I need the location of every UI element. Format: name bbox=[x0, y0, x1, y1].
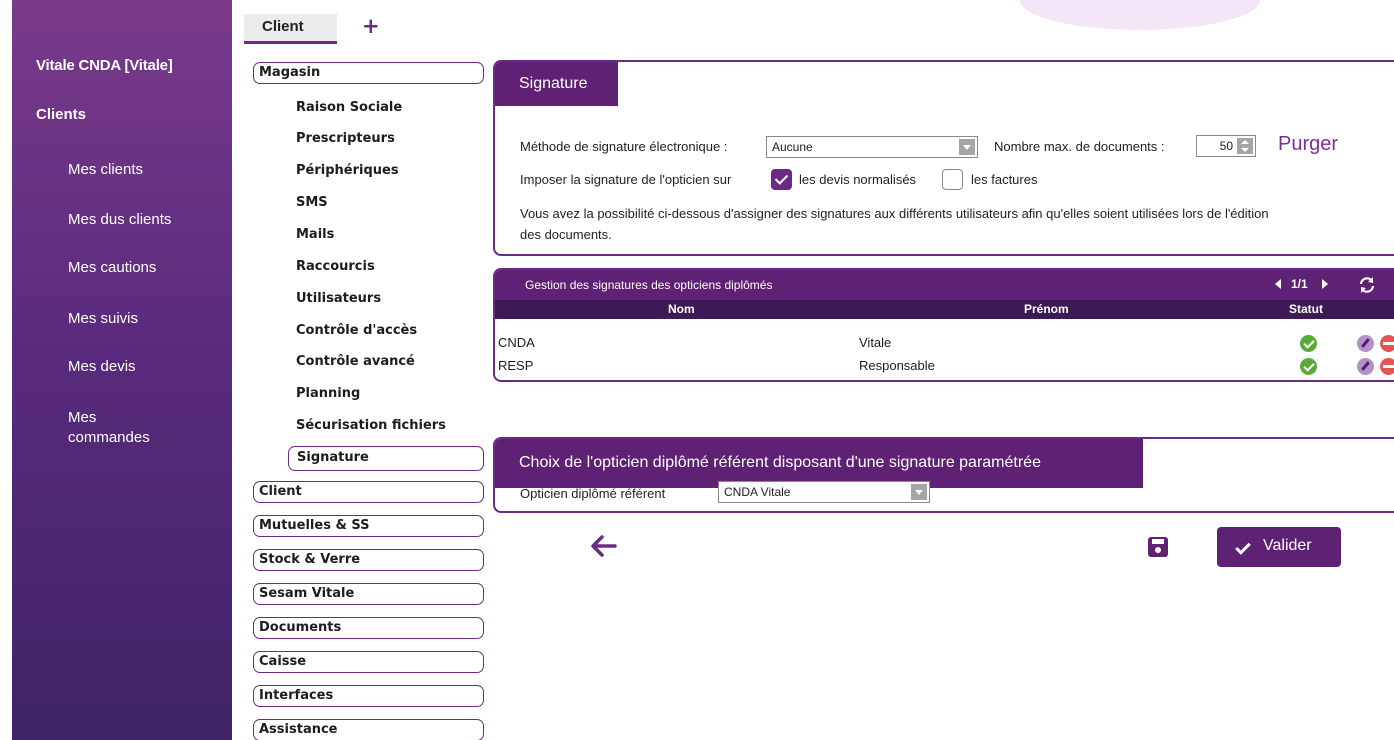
back-arrow-icon[interactable] bbox=[590, 534, 618, 558]
signature-panel bbox=[493, 60, 1394, 256]
sidebar-item-mes-suivis[interactable]: Mes suivis bbox=[68, 309, 218, 329]
factures-label: les factures bbox=[971, 172, 1038, 187]
stepper-icon[interactable] bbox=[1237, 138, 1253, 154]
grid-title: Gestion des signatures des opticiens dip… bbox=[525, 278, 773, 292]
grid-header-row: Nom Prénom Statut bbox=[495, 300, 1394, 319]
row-nom: CNDA bbox=[498, 335, 535, 350]
purger-link[interactable]: Purger bbox=[1278, 133, 1338, 156]
sidebar-item-mes-dus-clients[interactable]: Mes dus clients bbox=[68, 210, 218, 230]
menu-item-controle-acces[interactable]: Contrôle d'accès bbox=[296, 323, 417, 338]
menu-item-controle-avance[interactable]: Contrôle avancé bbox=[296, 354, 415, 369]
sidebar-item-mes-clients[interactable]: Mes clients bbox=[68, 160, 218, 180]
header-decoration bbox=[1020, 0, 1260, 30]
max-docs-value: 50 bbox=[1219, 139, 1233, 153]
menu-group-documents[interactable]: Documents bbox=[253, 617, 484, 639]
valider-button[interactable]: Valider bbox=[1217, 527, 1341, 567]
edit-icon[interactable] bbox=[1357, 358, 1374, 375]
next-page-icon[interactable] bbox=[1322, 279, 1328, 289]
info-text-line-2: des documents. bbox=[520, 227, 612, 242]
method-label: Méthode de signature électronique : bbox=[520, 139, 728, 154]
row-prenom: Vitale bbox=[859, 335, 892, 350]
menu-item-prescripteurs[interactable]: Prescripteurs bbox=[296, 131, 395, 146]
row-prenom: Responsable bbox=[859, 358, 935, 373]
referent-select[interactable]: CNDA Vitale bbox=[718, 481, 930, 503]
sidebar-item-mes-devis[interactable]: Mes devis bbox=[68, 357, 218, 377]
devis-checkbox[interactable] bbox=[771, 169, 792, 190]
menu-group-interfaces[interactable]: Interfaces bbox=[253, 685, 484, 707]
max-docs-stepper[interactable]: 50 bbox=[1196, 135, 1256, 157]
info-text-line-1: Vous avez la possibilité ci-dessous d'as… bbox=[520, 206, 1269, 221]
pager-text: 1/1 bbox=[1291, 277, 1308, 291]
status-ok-icon bbox=[1300, 335, 1317, 352]
column-header-statut[interactable]: Statut bbox=[1289, 302, 1323, 316]
sidebar: Vitale CNDA [Vitale] Clients Mes clients… bbox=[12, 0, 232, 740]
tab-client[interactable]: Client bbox=[244, 14, 337, 44]
edit-icon[interactable] bbox=[1357, 335, 1374, 352]
devis-label: les devis normalisés bbox=[799, 172, 917, 187]
factures-checkbox[interactable] bbox=[942, 169, 963, 190]
referent-select-value: CNDA Vitale bbox=[724, 485, 791, 499]
save-icon[interactable] bbox=[1147, 536, 1169, 558]
menu-group-magasin[interactable]: Magasin bbox=[253, 62, 484, 84]
delete-icon[interactable] bbox=[1380, 335, 1394, 352]
refresh-icon[interactable] bbox=[1358, 276, 1376, 294]
menu-group-stock-verre[interactable]: Stock & Verre bbox=[253, 549, 484, 571]
menu-group-sesam-vitale[interactable]: Sesam Vitale bbox=[253, 583, 484, 605]
sidebar-item-mes-commandes[interactable]: Mes commandes bbox=[68, 408, 218, 448]
sidebar-section-clients[interactable]: Clients bbox=[36, 106, 86, 123]
menu-item-peripheriques[interactable]: Périphériques bbox=[296, 163, 399, 178]
valider-label: Valider bbox=[1263, 537, 1312, 554]
table-row[interactable]: CNDA Vitale bbox=[495, 334, 1394, 353]
prev-page-icon[interactable] bbox=[1275, 279, 1281, 289]
chevron-down-icon bbox=[911, 484, 927, 500]
status-ok-icon bbox=[1300, 358, 1317, 375]
app-title: Vitale CNDA [Vitale] bbox=[36, 57, 173, 74]
method-select-value: Aucune bbox=[772, 140, 813, 154]
menu-item-signature[interactable]: Signature bbox=[288, 446, 484, 471]
signature-panel-header: Signature bbox=[495, 62, 618, 106]
table-row[interactable]: RESP Responsable bbox=[495, 357, 1394, 376]
menu-group-assistance[interactable]: Assistance bbox=[253, 719, 484, 740]
menu-group-mutuelles-ss[interactable]: Mutuelles & SS bbox=[253, 515, 484, 537]
menu-item-planning[interactable]: Planning bbox=[296, 386, 360, 401]
delete-icon[interactable] bbox=[1380, 358, 1394, 375]
menu-item-sms[interactable]: SMS bbox=[296, 195, 328, 210]
menu-item-securisation-fichiers[interactable]: Sécurisation fichiers bbox=[296, 418, 446, 433]
impose-label: Imposer la signature de l'opticien sur bbox=[520, 172, 732, 187]
check-icon bbox=[1235, 539, 1251, 555]
grid-toolbar: Gestion des signatures des opticiens dip… bbox=[495, 270, 1394, 300]
referent-label: Opticien diplômé référent bbox=[520, 486, 666, 501]
column-header-prenom[interactable]: Prénom bbox=[1024, 302, 1069, 316]
max-docs-label: Nombre max. de documents : bbox=[994, 139, 1165, 154]
sidebar-item-mes-cautions[interactable]: Mes cautions bbox=[68, 258, 218, 278]
row-nom: RESP bbox=[498, 358, 534, 373]
menu-item-raccourcis[interactable]: Raccourcis bbox=[296, 259, 375, 274]
referent-panel-title: Choix de l'opticien diplômé référent dis… bbox=[519, 454, 1041, 471]
chevron-down-icon bbox=[959, 139, 975, 155]
add-tab-button[interactable]: + bbox=[362, 14, 380, 38]
menu-group-client[interactable]: Client bbox=[253, 481, 484, 503]
signature-panel-title: Signature bbox=[519, 75, 588, 92]
menu-item-raison-sociale[interactable]: Raison Sociale bbox=[296, 100, 402, 115]
column-header-nom[interactable]: Nom bbox=[668, 302, 695, 316]
menu-group-caisse[interactable]: Caisse bbox=[253, 651, 484, 673]
method-select[interactable]: Aucune bbox=[766, 136, 978, 158]
menu-item-utilisateurs[interactable]: Utilisateurs bbox=[296, 291, 381, 306]
tab-client-label: Client bbox=[262, 18, 304, 35]
menu-item-mails[interactable]: Mails bbox=[296, 227, 334, 242]
